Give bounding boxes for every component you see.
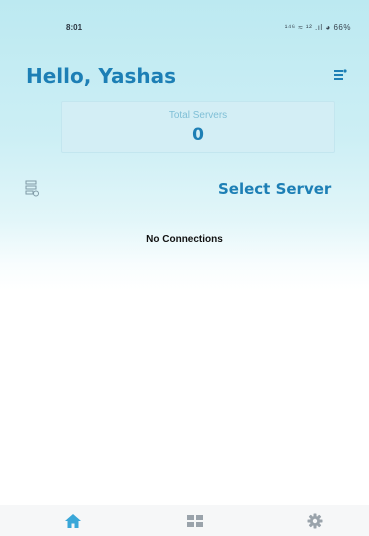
server-list-icon[interactable] [25, 180, 39, 197]
status-bar: 8:01 ¹⁴⁶ ≈ ¹² .ıl ◕ 66% [0, 0, 369, 36]
no-connections-message: No Connections [146, 234, 223, 245]
total-servers-card: Total Servers 0 [61, 101, 335, 153]
select-server-button[interactable]: Select Server [218, 180, 331, 198]
home-icon[interactable] [64, 513, 82, 529]
bottom-nav [0, 505, 369, 536]
status-time: 8:01 [66, 23, 83, 32]
grid-icon[interactable] [186, 513, 204, 529]
total-servers-count: 0 [192, 125, 204, 145]
settings-icon[interactable] [306, 513, 324, 529]
home-screen: 8:01 ¹⁴⁶ ≈ ¹² .ıl ◕ 66% Hello, Yashas To… [0, 0, 369, 536]
server-notes-icon[interactable] [333, 68, 347, 82]
greeting-title: Hello, Yashas [26, 64, 176, 88]
status-indicators: ¹⁴⁶ ≈ ¹² .ıl ◕ 66% [284, 23, 351, 32]
total-servers-label: Total Servers [168, 110, 228, 121]
